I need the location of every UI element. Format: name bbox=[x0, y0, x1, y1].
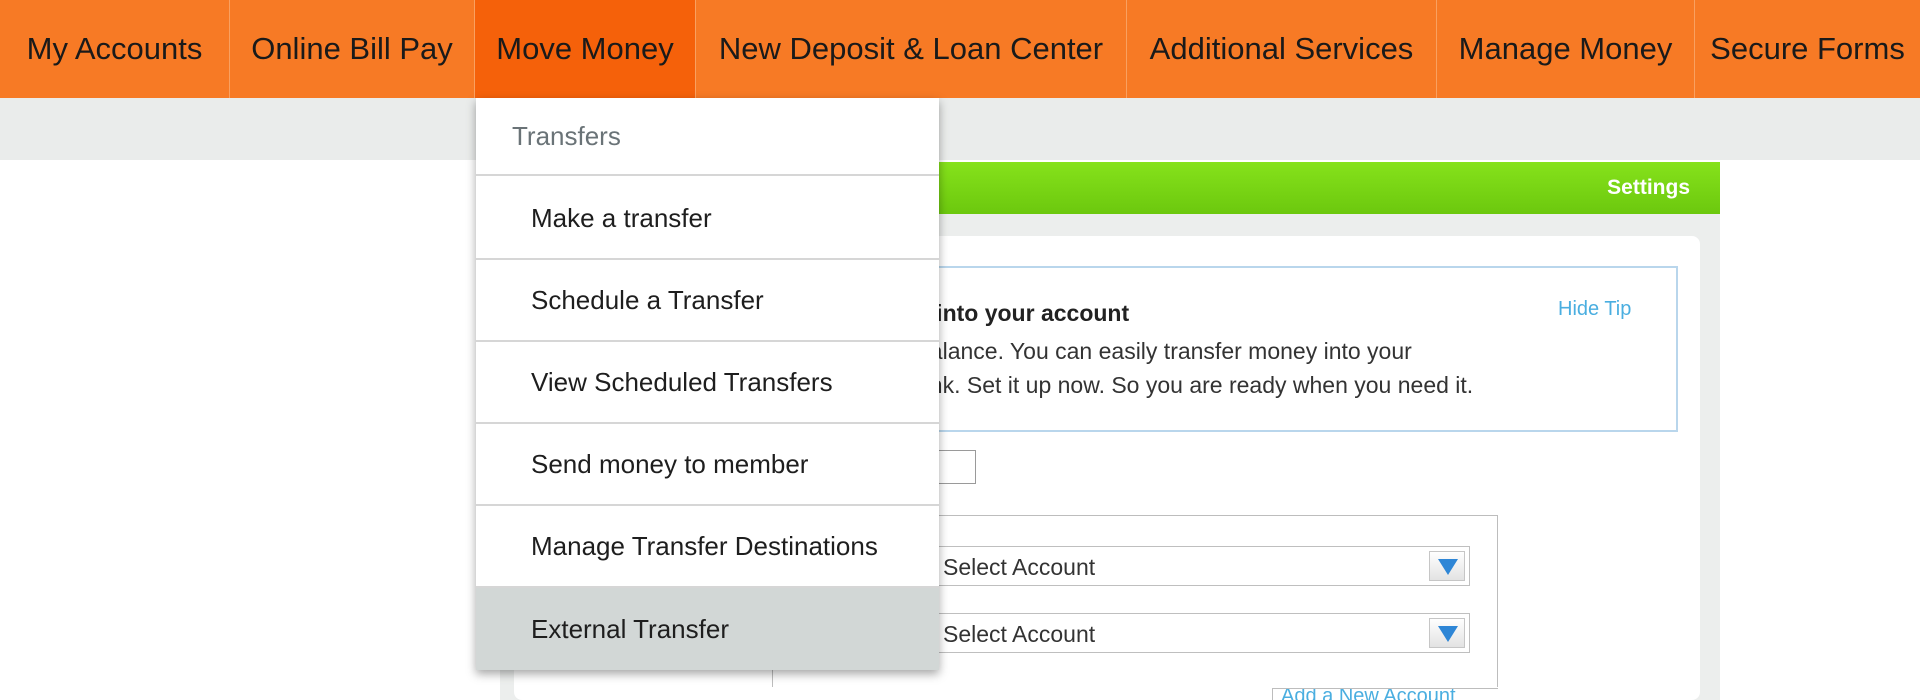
nav-online-bill-pay[interactable]: Online Bill Pay bbox=[230, 0, 475, 98]
settings-link[interactable]: Settings bbox=[1607, 176, 1690, 200]
nav-additional-services[interactable]: Additional Services bbox=[1127, 0, 1437, 98]
dropdown-header-transfers: Transfers bbox=[476, 98, 939, 176]
menu-item-schedule-transfer[interactable]: Schedule a Transfer bbox=[476, 260, 939, 342]
nav-secure-forms[interactable]: Secure Forms bbox=[1695, 0, 1920, 98]
to-account-select[interactable]: Select Account bbox=[920, 613, 1470, 653]
sub-navigation-bar bbox=[0, 98, 1920, 160]
tip-text-line-1: balance. You can easily transfer money i… bbox=[917, 338, 1412, 364]
nav-manage-money[interactable]: Manage Money bbox=[1437, 0, 1695, 98]
add-new-account-label: Add a New Account bbox=[1281, 688, 1456, 700]
nav-new-deposit-loan-center[interactable]: New Deposit & Loan Center bbox=[696, 0, 1127, 98]
menu-item-make-transfer[interactable]: Make a transfer bbox=[476, 178, 939, 260]
move-money-dropdown: Transfers Make a transfer Schedule a Tra… bbox=[476, 98, 939, 670]
add-new-account-link[interactable]: Add a New Account bbox=[1272, 688, 1498, 700]
tip-title: s into your account bbox=[917, 300, 1130, 326]
menu-item-manage-transfer-destinations[interactable]: Manage Transfer Destinations bbox=[476, 506, 939, 588]
menu-item-external-transfer[interactable]: External Transfer bbox=[476, 588, 939, 670]
from-account-select-value: Select Account bbox=[943, 554, 1096, 580]
dropdown-arrow-icon[interactable] bbox=[1429, 551, 1465, 581]
nav-move-money[interactable]: Move Money bbox=[475, 0, 696, 98]
hide-tip-link[interactable]: Hide Tip bbox=[1558, 298, 1631, 321]
dropdown-arrow-icon[interactable] bbox=[1429, 618, 1465, 648]
tip-text: balance. You can easily transfer money i… bbox=[917, 334, 1617, 402]
menu-item-send-money-to-member[interactable]: Send money to member bbox=[476, 424, 939, 506]
main-navigation: My Accounts Online Bill Pay Move Money N… bbox=[0, 0, 1920, 98]
nav-my-accounts[interactable]: My Accounts bbox=[0, 0, 230, 98]
from-account-select[interactable]: Select Account bbox=[920, 546, 1470, 586]
menu-item-view-scheduled-transfers[interactable]: View Scheduled Transfers bbox=[476, 342, 939, 424]
to-account-select-value: Select Account bbox=[943, 621, 1096, 647]
tip-text-line-2: ank. Set it up now. So you are ready whe… bbox=[917, 372, 1474, 398]
